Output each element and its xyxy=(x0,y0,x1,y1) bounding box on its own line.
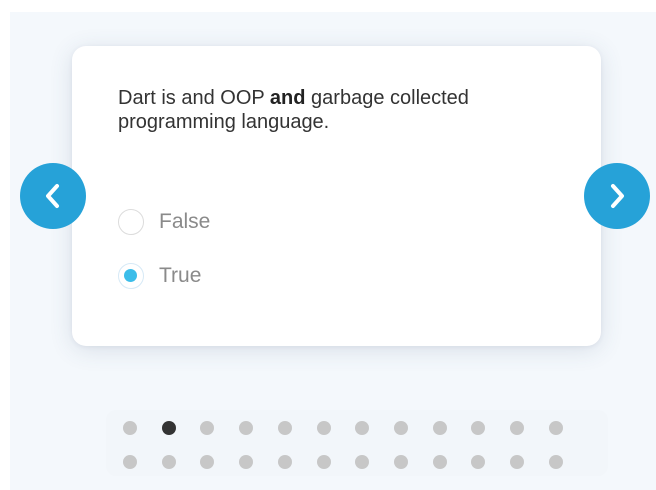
pagination-dot[interactable] xyxy=(277,421,292,435)
question-text: Dart is and OOP and garbage collected pr… xyxy=(118,86,558,134)
option-false-label: False xyxy=(159,210,211,233)
pagination-dot[interactable] xyxy=(355,421,370,435)
pagination-dot[interactable] xyxy=(239,421,254,435)
option-true-label: True xyxy=(159,264,202,287)
pagination-dot[interactable] xyxy=(200,455,215,469)
pagination-dot[interactable] xyxy=(161,421,176,435)
next-question-button[interactable] xyxy=(584,163,650,229)
pagination-dot[interactable] xyxy=(393,421,408,435)
pagination-dot[interactable] xyxy=(277,455,292,469)
pagination-dot[interactable] xyxy=(123,455,137,469)
pagination-dot[interactable] xyxy=(510,421,524,435)
prev-question-button[interactable] xyxy=(20,163,86,229)
question-card: Dart is and OOP and garbage collected pr… xyxy=(72,46,601,346)
pagination-dot[interactable] xyxy=(432,455,447,469)
question-pagination xyxy=(106,410,608,476)
pagination-dot[interactable] xyxy=(548,455,563,469)
pagination-dot[interactable] xyxy=(200,421,215,435)
radio-true[interactable] xyxy=(118,263,144,289)
pagination-dot[interactable] xyxy=(316,455,331,469)
pagination-dot[interactable] xyxy=(161,455,176,469)
question-text-start: Dart is and OOP xyxy=(118,87,270,109)
pagination-dot[interactable] xyxy=(355,455,370,469)
pagination-dot[interactable] xyxy=(393,455,408,469)
radio-false[interactable] xyxy=(118,209,144,235)
pagination-dot[interactable] xyxy=(316,421,331,435)
chevron-right-icon xyxy=(611,184,624,208)
option-false[interactable]: False xyxy=(118,209,210,235)
option-true[interactable]: True xyxy=(118,263,201,289)
pagination-dot[interactable] xyxy=(239,455,254,469)
pagination-dot[interactable] xyxy=(548,421,563,435)
chevron-left-icon xyxy=(46,184,59,208)
pagination-dot[interactable] xyxy=(471,455,486,469)
pagination-dot[interactable] xyxy=(471,421,486,435)
pagination-dot[interactable] xyxy=(510,455,524,469)
question-text-bold: and xyxy=(269,87,306,109)
pagination-dot[interactable] xyxy=(432,421,447,435)
pagination-dot[interactable] xyxy=(123,421,137,435)
